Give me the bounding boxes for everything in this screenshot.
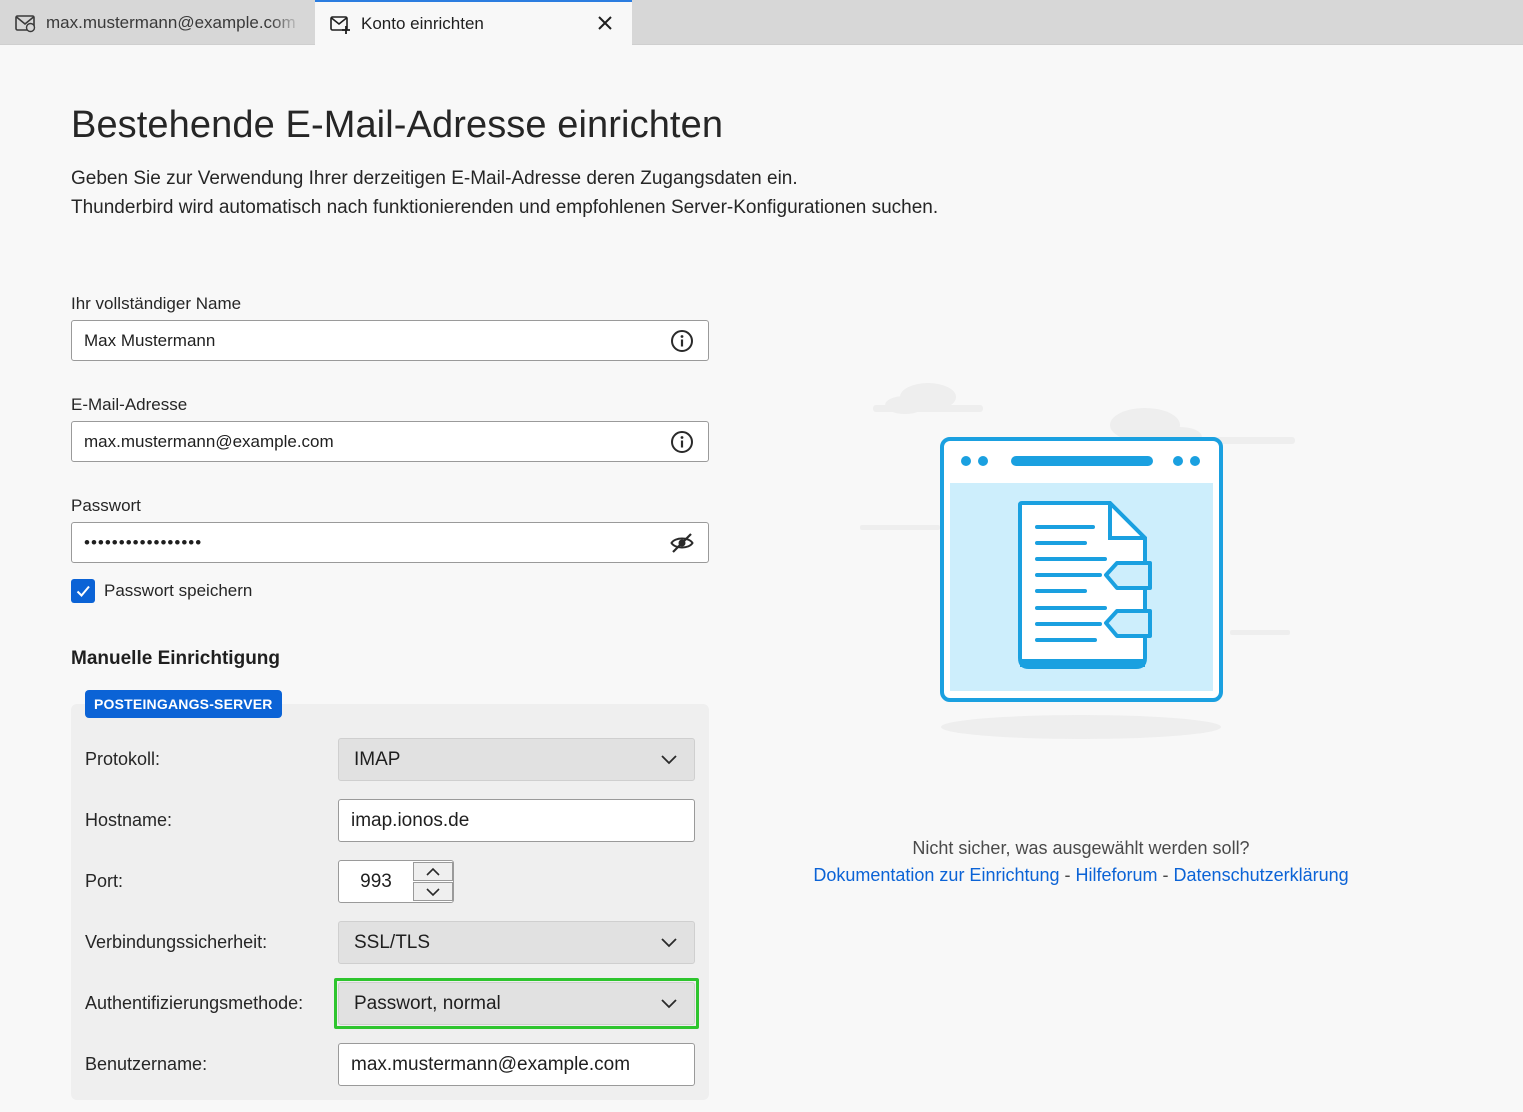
- link-separator: -: [1157, 865, 1174, 885]
- page-subtitle-line1: Geben Sie zur Verwendung Ihrer derzeitig…: [71, 168, 798, 189]
- auth-method-label: Authentifizierungsmethode:: [85, 993, 304, 1013]
- mail-account-icon: [14, 12, 36, 34]
- name-label: Ihr vollständiger Name: [71, 294, 242, 313]
- tab-mail-account[interactable]: max.mustermann@example.com: [0, 0, 313, 45]
- port-decrement-button[interactable]: [413, 882, 453, 901]
- documentation-link[interactable]: Dokumentation zur Einrichtung: [813, 865, 1059, 885]
- account-setup-illustration: [855, 375, 1300, 745]
- name-field[interactable]: Max Mustermann: [71, 320, 709, 361]
- username-input[interactable]: max.mustermann@example.com: [338, 1043, 695, 1086]
- tab-bar: max.mustermann@example.com Konto einrich…: [0, 0, 1523, 46]
- hostname-label: Hostname:: [85, 810, 173, 830]
- chevron-down-icon: [660, 935, 678, 951]
- chevron-down-icon: [426, 887, 440, 896]
- security-value: SSL/TLS: [354, 931, 431, 953]
- document-window-illustration: [860, 383, 1295, 739]
- email-label: E-Mail-Adresse: [71, 395, 188, 414]
- tab-mail-account-label: max.mustermann@example.com: [46, 12, 296, 32]
- port-value[interactable]: 993: [339, 861, 413, 902]
- close-tab-icon[interactable]: [594, 12, 616, 34]
- privacy-policy-link[interactable]: Datenschutzerklärung: [1174, 865, 1349, 885]
- auth-method-value: Passwort, normal: [354, 992, 501, 1014]
- port-increment-button[interactable]: [413, 862, 453, 881]
- page-title: Bestehende E-Mail-Adresse einrichten: [71, 104, 724, 146]
- port-label: Port:: [85, 871, 124, 891]
- chevron-down-icon: [660, 996, 678, 1012]
- remember-password-label: Passwort speichern: [104, 581, 253, 600]
- page-subtitle-line2: Thunderbird wird automatisch nach funkti…: [71, 197, 939, 218]
- name-value: Max Mustermann: [84, 330, 216, 350]
- hostname-input[interactable]: imap.ionos.de: [338, 799, 695, 842]
- auth-method-select[interactable]: Passwort, normal: [338, 982, 695, 1025]
- security-label: Verbindungssicherheit:: [85, 932, 268, 952]
- help-question: Nicht sicher, was ausgewählt werden soll…: [912, 838, 1250, 858]
- protocol-value: IMAP: [354, 748, 401, 770]
- remember-password-checkbox[interactable]: [71, 579, 95, 603]
- hostname-value: imap.ionos.de: [351, 809, 470, 831]
- port-stepper[interactable]: 993: [338, 860, 454, 903]
- security-select[interactable]: SSL/TLS: [338, 921, 695, 964]
- info-icon[interactable]: [670, 430, 694, 454]
- port-spin-buttons: [413, 862, 453, 902]
- tab-konto-einrichten[interactable]: Konto einrichten: [315, 0, 632, 46]
- username-value: max.mustermann@example.com: [351, 1053, 631, 1075]
- checkmark-icon: [76, 585, 90, 597]
- chevron-up-icon: [426, 867, 440, 876]
- help-forum-link[interactable]: Hilfeforum: [1076, 865, 1158, 885]
- password-field[interactable]: •••••••••••••••••: [71, 522, 709, 563]
- link-separator: -: [1059, 865, 1076, 885]
- email-value: max.mustermann@example.com: [84, 431, 334, 451]
- email-field[interactable]: max.mustermann@example.com: [71, 421, 709, 462]
- password-label: Passwort: [71, 496, 141, 515]
- username-label: Benutzername:: [85, 1054, 208, 1074]
- chevron-down-icon: [660, 752, 678, 768]
- info-icon[interactable]: [670, 329, 694, 353]
- protocol-label: Protokoll:: [85, 749, 161, 769]
- eye-hidden-icon[interactable]: [670, 531, 694, 555]
- incoming-server-badge: POSTEINGANGS-SERVER: [85, 690, 282, 718]
- mail-setup-icon: [329, 13, 351, 35]
- tab-konto-einrichten-label: Konto einrichten: [361, 14, 484, 33]
- password-value: •••••••••••••••••: [84, 532, 203, 552]
- protocol-select[interactable]: IMAP: [338, 738, 695, 781]
- help-links: Dokumentation zur Einrichtung - Hilfefor…: [780, 865, 1382, 886]
- manual-setup-title: Manuelle Einrichtigung: [71, 648, 281, 669]
